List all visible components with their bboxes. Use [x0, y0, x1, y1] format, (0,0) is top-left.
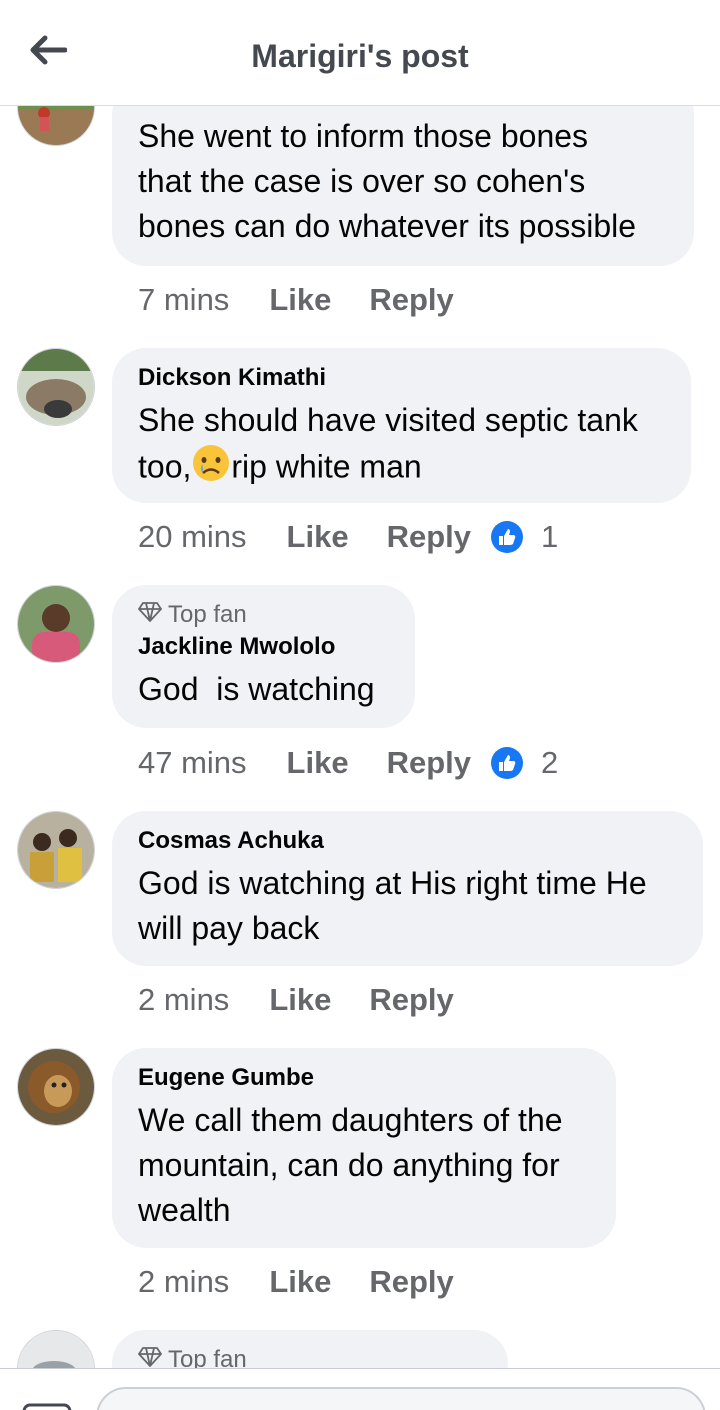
like-button[interactable]: Like: [269, 1264, 331, 1300]
comment-bubble[interactable]: Dickson Kimathi She should have visited …: [112, 348, 691, 503]
comment-author[interactable]: Jackline Mwololo: [138, 633, 389, 661]
comment-meta: 7 mins Like Reply: [138, 282, 492, 318]
avatar[interactable]: [17, 811, 95, 889]
reaction-number: 2: [541, 745, 559, 780]
comment-bubble[interactable]: She went to inform those bones that the …: [112, 80, 694, 266]
reply-button[interactable]: Reply: [369, 982, 453, 1018]
comment-meta: 47 mins Like Reply 2: [138, 745, 558, 781]
comment-text: God is watching: [138, 671, 375, 707]
comment-time: 20 mins: [138, 519, 247, 554]
comment-composer-bar: [0, 1368, 720, 1410]
comment-time: 47 mins: [138, 745, 247, 780]
comments-feed: She went to inform those bones that the …: [0, 0, 720, 1368]
avatar[interactable]: [17, 1330, 95, 1368]
page-title: Marigiri's post: [251, 38, 469, 74]
reaction-number: 1: [541, 519, 559, 554]
comment-author[interactable]: Eugene Gumbe: [138, 1064, 590, 1092]
comment-meta: 2 mins Like Reply: [138, 982, 492, 1018]
reply-button[interactable]: Reply: [387, 745, 471, 781]
comment-text: She went to inform those bones that the …: [138, 118, 637, 244]
comment-meta: 20 mins Like Reply 1: [138, 519, 558, 555]
reaction-count[interactable]: 1: [491, 519, 558, 555]
reply-button[interactable]: Reply: [369, 1264, 453, 1300]
top-fan-badge: Top fan: [137, 601, 389, 629]
top-fan-badge: Top fan: [137, 1346, 482, 1368]
comment-bubble[interactable]: Top fan Jackline Mwololo God is watching: [112, 585, 415, 728]
reaction-count[interactable]: 2: [491, 745, 558, 781]
avatar[interactable]: [17, 585, 95, 663]
comment-input[interactable]: [96, 1387, 706, 1410]
like-button[interactable]: Like: [287, 745, 349, 781]
like-button[interactable]: Like: [269, 982, 331, 1018]
comment-text: God is watching at His right time He wil…: [138, 865, 647, 946]
sad-tear-emoji: [191, 443, 231, 495]
thumbs-up-icon: [491, 521, 523, 553]
top-bar: Marigiri's post: [0, 0, 720, 106]
diamond-icon: [137, 1346, 163, 1368]
comment-time: 7 mins: [138, 282, 230, 317]
comment-bubble[interactable]: Cosmas Achuka God is watching at His rig…: [112, 811, 703, 966]
comment-meta: 2 mins Like Reply: [138, 1264, 492, 1300]
diamond-icon: [137, 601, 163, 629]
comment-bubble[interactable]: Eugene Gumbe We call them daughters of t…: [112, 1048, 616, 1248]
comment-bubble[interactable]: Top fan: [112, 1330, 508, 1368]
comment-text: She should have visited septic tank too,…: [138, 398, 665, 495]
thumbs-up-icon: [491, 747, 523, 779]
comment-author[interactable]: Cosmas Achuka: [138, 827, 677, 855]
avatar[interactable]: [17, 1048, 95, 1126]
like-button[interactable]: Like: [287, 519, 349, 555]
comment-time: 2 mins: [138, 1264, 230, 1299]
comment-time: 2 mins: [138, 982, 230, 1017]
reply-button[interactable]: Reply: [387, 519, 471, 555]
avatar[interactable]: [17, 348, 95, 426]
like-button[interactable]: Like: [269, 282, 331, 318]
comment-text: We call them daughters of the mountain, …: [138, 1102, 563, 1228]
reply-button[interactable]: Reply: [369, 282, 453, 318]
comment-author[interactable]: Dickson Kimathi: [138, 364, 665, 392]
